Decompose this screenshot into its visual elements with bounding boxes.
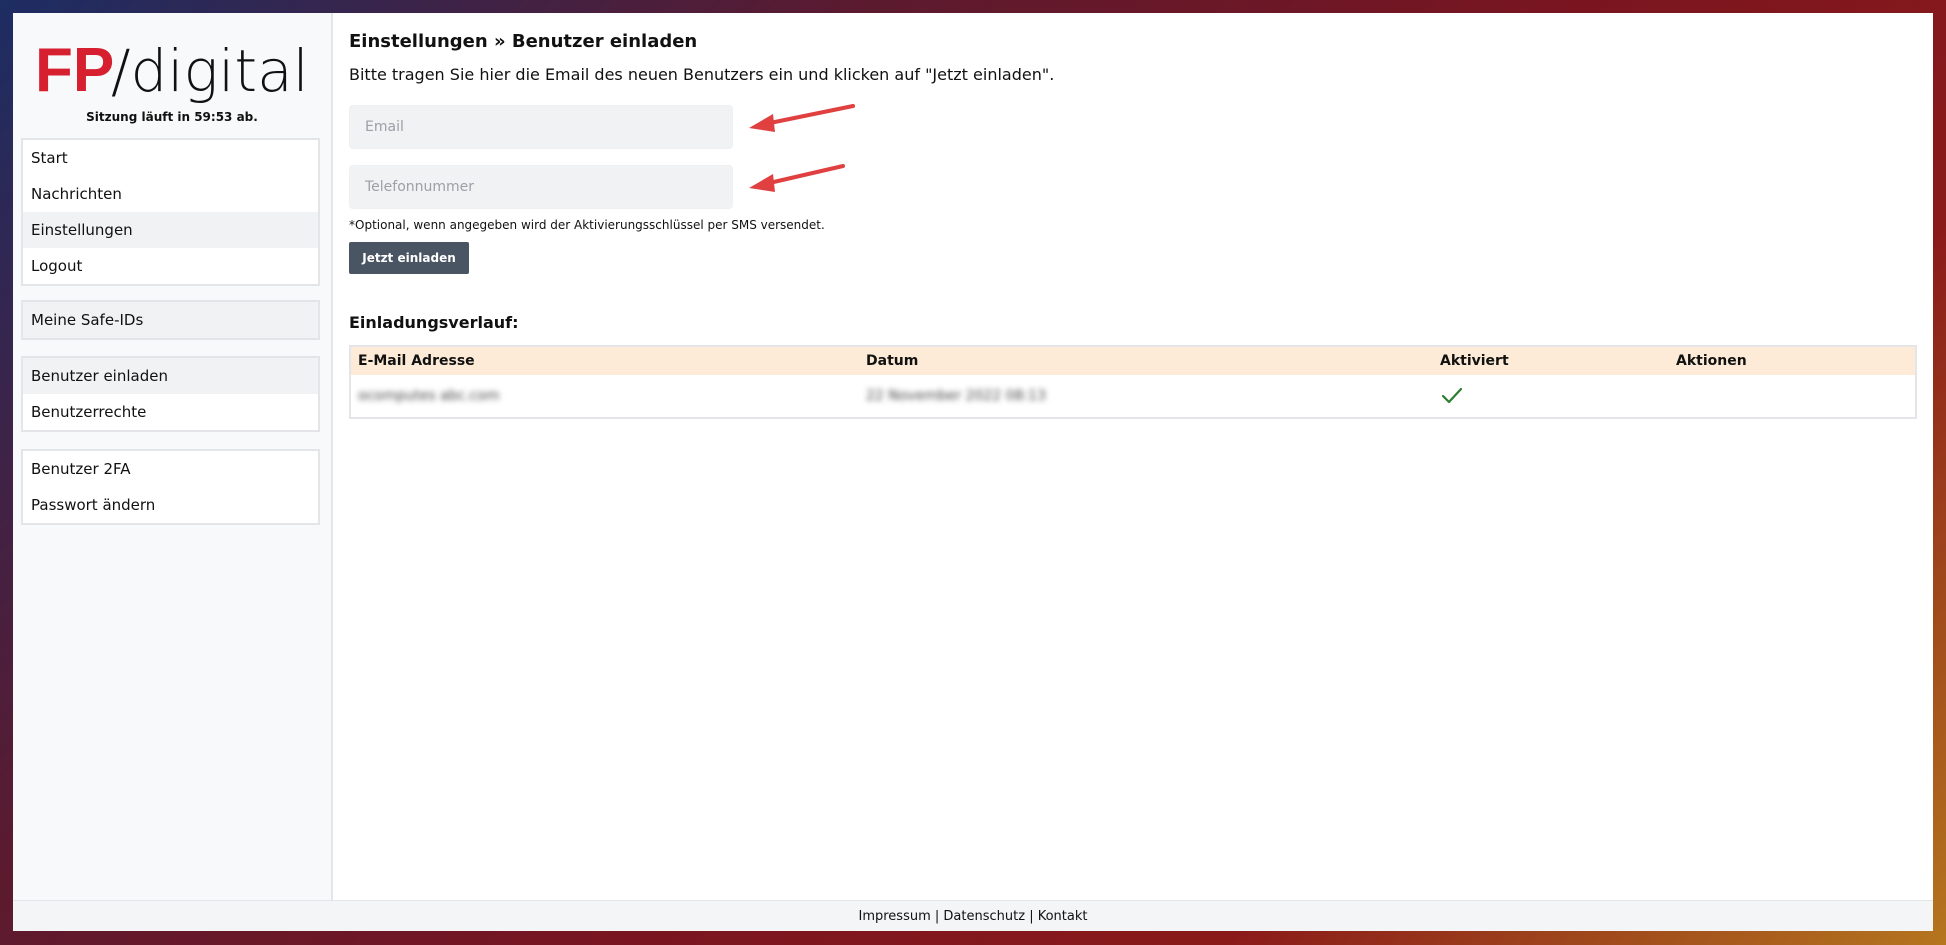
sidebar-item-nachrichten[interactable]: Nachrichten — [23, 176, 318, 212]
column-header-email: E-Mail Adresse — [358, 353, 475, 369]
history-title: Einladungsverlauf: — [349, 313, 519, 332]
sidebar-item-meine-safe-ids[interactable]: Meine Safe-IDs — [23, 302, 318, 338]
main-content: Einstellungen » Benutzer einladen Bitte … — [349, 13, 1933, 900]
annotation-arrow-phone-icon — [749, 164, 845, 192]
menu-group-users: Benutzer einladen Benutzerrechte — [21, 356, 320, 432]
check-icon — [1441, 387, 1463, 404]
column-header-actions: Aktionen — [1676, 353, 1747, 369]
invite-button[interactable]: Jetzt einladen — [349, 242, 469, 274]
row-date: 22 November 2022 08:13 — [866, 388, 1046, 404]
sidebar-item-passwort-aendern[interactable]: Passwort ändern — [23, 487, 318, 523]
sidebar-item-logout[interactable]: Logout — [23, 248, 318, 284]
column-header-activated: Aktiviert — [1440, 353, 1509, 369]
page-title: Einstellungen » Benutzer einladen — [349, 31, 698, 52]
table-row: ocomputes abc.com 22 November 2022 08:13 — [351, 375, 1915, 417]
sidebar-item-benutzer-einladen[interactable]: Benutzer einladen — [23, 358, 318, 394]
row-email: ocomputes abc.com — [358, 388, 500, 404]
sidebar-item-benutzerrechte[interactable]: Benutzerrechte — [23, 394, 318, 430]
column-header-date: Datum — [866, 353, 919, 369]
footer-link-datenschutz[interactable]: Datenschutz — [943, 909, 1025, 924]
phone-field[interactable] — [349, 165, 733, 209]
optional-hint: *Optional, wenn angegeben wird der Aktiv… — [349, 218, 825, 232]
email-field[interactable] — [349, 105, 733, 149]
footer: Impressum | Datenschutz | Kontakt — [13, 900, 1933, 931]
footer-link-impressum[interactable]: Impressum — [859, 909, 931, 924]
intro-text: Bitte tragen Sie hier die Email des neue… — [349, 65, 1055, 84]
sidebar-item-einstellungen[interactable]: Einstellungen — [23, 212, 318, 248]
logo-mark: FP — [35, 36, 114, 105]
table-header: E-Mail Adresse Datum Aktiviert Aktionen — [351, 347, 1915, 375]
menu-group-main: Start Nachrichten Einstellungen Logout — [21, 138, 320, 286]
annotation-arrow-email-icon — [749, 104, 855, 132]
menu-group-safe-ids: Meine Safe-IDs — [21, 300, 320, 340]
sidebar-item-start[interactable]: Start — [23, 140, 318, 176]
footer-link-kontakt[interactable]: Kontakt — [1038, 909, 1088, 924]
sidebar: FP /digital Sitzung läuft in 59:53 ab. S… — [13, 13, 333, 900]
footer-separator: | — [1025, 909, 1038, 924]
logo-text: /digital — [111, 37, 309, 105]
menu-group-security: Benutzer 2FA Passwort ändern — [21, 449, 320, 525]
sidebar-item-benutzer-2fa[interactable]: Benutzer 2FA — [23, 451, 318, 487]
footer-separator: | — [930, 909, 944, 924]
session-timer: Sitzung läuft in 59:53 ab. — [86, 110, 258, 124]
invitation-history-table: E-Mail Adresse Datum Aktiviert Aktionen … — [349, 345, 1917, 419]
app-window: FP /digital Sitzung läuft in 59:53 ab. S… — [13, 13, 1933, 931]
fp-digital-logo: FP /digital — [35, 36, 309, 105]
